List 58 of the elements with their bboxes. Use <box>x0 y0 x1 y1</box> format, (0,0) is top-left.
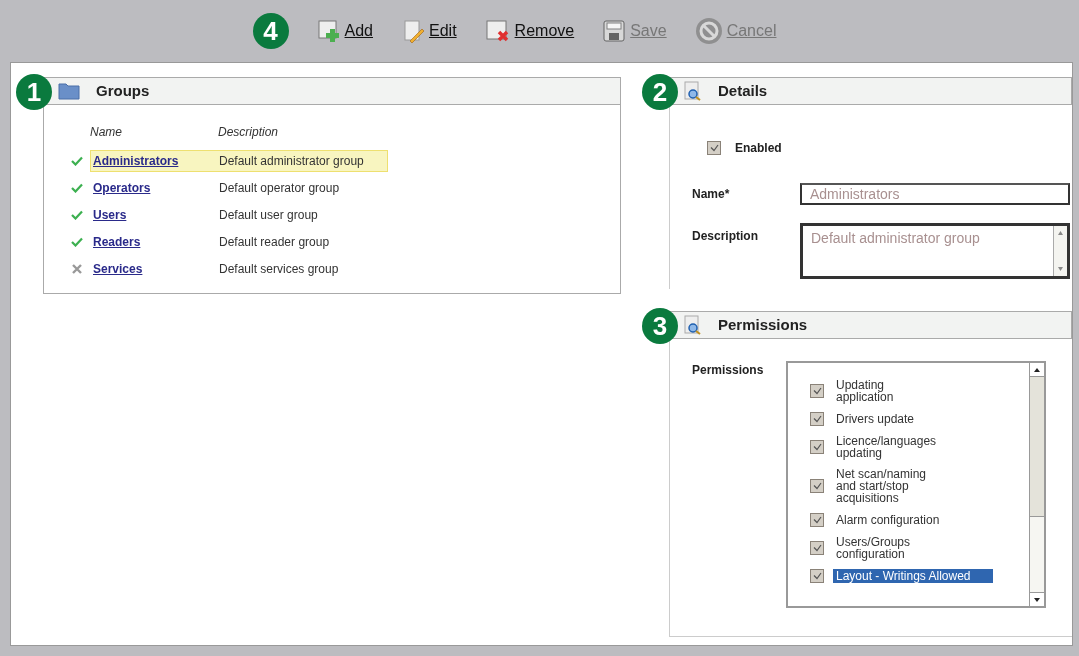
group-name-link[interactable]: Users <box>91 205 219 224</box>
group-row[interactable]: Administrators Default administrator group <box>90 149 388 172</box>
checkbox[interactable] <box>810 513 824 527</box>
scroll-up-icon[interactable] <box>1033 366 1041 373</box>
cancel-icon <box>694 17 723 45</box>
checkbox[interactable] <box>810 479 824 493</box>
panel-title: Permissions <box>718 314 808 335</box>
permission-item[interactable]: Updating application <box>836 379 966 403</box>
checkbox[interactable] <box>810 412 824 426</box>
group-description: Default user group <box>219 206 319 224</box>
toolbar-button[interactable]: Add <box>316 19 373 43</box>
remove-icon <box>484 19 511 43</box>
field-label: Permissions <box>692 362 765 379</box>
field-label: Name* <box>692 186 731 203</box>
callout-badge: 2 <box>642 74 678 110</box>
group-name-link[interactable]: Services <box>91 259 219 278</box>
toolbar-button[interactable]: Edit <box>401 19 457 43</box>
group-name-link[interactable]: Readers <box>91 232 219 251</box>
group-description: Default reader group <box>219 233 331 251</box>
checkbox[interactable] <box>810 440 824 454</box>
add-icon <box>316 19 341 43</box>
magnifier-icon <box>684 315 702 335</box>
pencil-icon <box>401 19 425 43</box>
column-header: Name <box>90 124 123 141</box>
column-header: Description <box>218 124 279 141</box>
group-row[interactable]: Services Default services group <box>90 257 388 280</box>
checkbox[interactable] <box>810 569 824 583</box>
permission-item[interactable]: Licence/languages updating <box>836 435 966 459</box>
group-name-link[interactable]: Operators <box>91 178 219 197</box>
group-description: Default services group <box>219 260 340 278</box>
permission-item[interactable]: Users/Groups configuration <box>836 536 966 560</box>
callout-badge: 4 <box>252 13 289 49</box>
group-row[interactable]: Operators Default operator group <box>90 176 388 199</box>
permission-item[interactable]: Net scan/naming and start/stop acquisitions <box>836 468 966 504</box>
field-label: Description <box>692 228 759 245</box>
checkbox-label: Enabled <box>735 140 782 157</box>
group-description: Default administrator group <box>219 152 365 170</box>
checkbox[interactable] <box>810 384 824 398</box>
toolbar-button[interactable]: Remove <box>484 19 575 43</box>
permission-item[interactable]: Layout - Writings Allowed <box>833 569 993 583</box>
callout-badge: 3 <box>642 308 678 344</box>
permission-item[interactable]: Drivers update <box>836 413 966 425</box>
save-icon <box>602 19 627 43</box>
checkbox[interactable] <box>810 541 824 555</box>
panel-title: Details <box>718 80 768 101</box>
magnifier-icon <box>684 81 702 101</box>
group-description: Default operator group <box>219 179 341 197</box>
group-name-link[interactable]: Administrators <box>91 151 219 170</box>
scroll-down-icon[interactable] <box>1033 596 1041 603</box>
field-value: Default administrator group <box>810 229 981 248</box>
checkbox[interactable] <box>707 141 721 155</box>
group-row[interactable]: Readers Default reader group <box>90 230 388 253</box>
permission-item[interactable]: Alarm configuration <box>836 514 966 526</box>
panel-title: Groups <box>96 80 150 101</box>
group-row[interactable]: Users Default user group <box>90 203 388 226</box>
callout-badge: 1 <box>16 74 52 110</box>
folder-icon <box>58 82 80 100</box>
scrollbar[interactable] <box>1029 363 1044 606</box>
